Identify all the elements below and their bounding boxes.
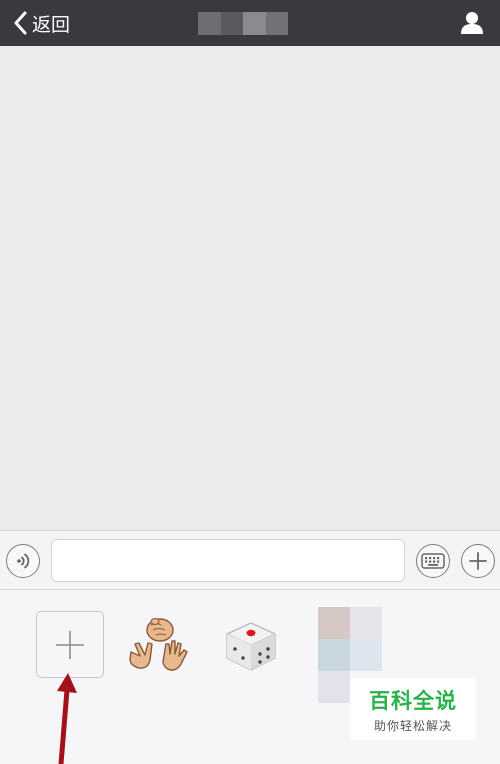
more-options-button[interactable] bbox=[461, 544, 495, 578]
watermark-logo: 百科全说 助你轻松解决 bbox=[350, 678, 476, 740]
dice-sticker[interactable] bbox=[224, 620, 278, 672]
sticker-panel: 百科全说 助你轻松解决 bbox=[0, 590, 500, 764]
plus-icon bbox=[469, 552, 487, 570]
voice-icon bbox=[17, 553, 30, 569]
rock-paper-scissors-sticker[interactable] bbox=[126, 616, 194, 674]
profile-button[interactable] bbox=[458, 9, 486, 37]
top-navigation-bar: 返回 bbox=[0, 0, 500, 46]
back-button[interactable]: 返回 bbox=[14, 8, 70, 38]
chat-screen: 返回 百科全说 助你轻松解决 bbox=[0, 0, 500, 764]
watermark-subtitle: 助你轻松解决 bbox=[373, 718, 452, 733]
voice-input-button[interactable] bbox=[6, 544, 40, 578]
rock-paper-scissors-icon bbox=[129, 617, 188, 671]
keyboard-icon bbox=[421, 553, 445, 569]
message-input[interactable] bbox=[51, 539, 405, 582]
plus-icon bbox=[56, 630, 84, 659]
input-toolbar bbox=[0, 530, 500, 590]
person-icon bbox=[461, 12, 483, 34]
dice-icon bbox=[226, 622, 276, 671]
back-label: 返回 bbox=[32, 13, 71, 36]
add-sticker-button[interactable] bbox=[36, 611, 104, 678]
watermark-title: 百科全说 bbox=[369, 688, 457, 713]
message-list[interactable] bbox=[0, 46, 500, 530]
chat-title-redacted bbox=[198, 12, 288, 35]
keyboard-button[interactable] bbox=[416, 544, 450, 578]
chevron-left-icon bbox=[14, 11, 27, 35]
